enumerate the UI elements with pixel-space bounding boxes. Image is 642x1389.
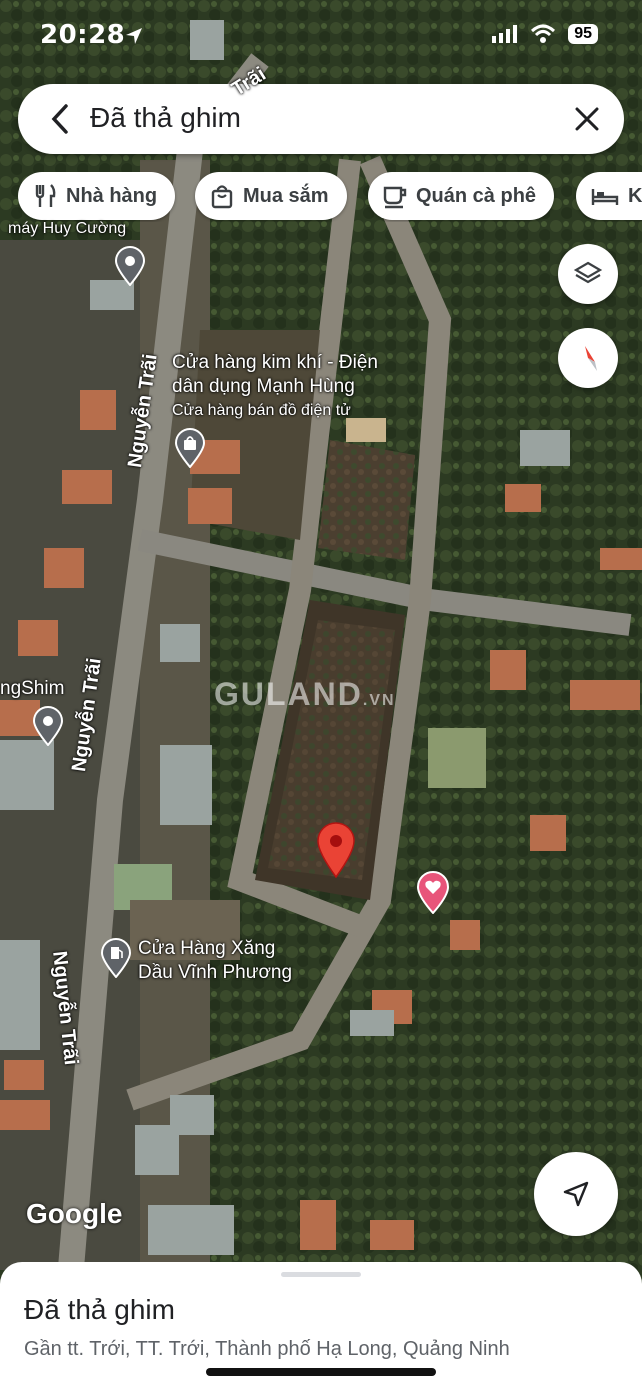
chip-restaurants[interactable]: Nhà hàng [18, 172, 176, 220]
poi-label-xang-1[interactable]: Cửa Hàng Xăng [138, 938, 275, 960]
signal-icon [492, 25, 518, 43]
gas-station-pin-icon[interactable] [100, 938, 132, 978]
home-indicator[interactable] [206, 1368, 436, 1376]
poi-pin-icon[interactable] [114, 246, 146, 286]
chip-hotels[interactable]: Kh [576, 172, 642, 220]
chip-label: Mua sắm [243, 184, 329, 207]
search-title[interactable]: Đã thả ghim [90, 102, 241, 134]
back-arrow-icon[interactable] [44, 102, 78, 136]
battery-indicator: 95 [568, 24, 598, 44]
my-location-button[interactable] [534, 1152, 618, 1236]
dropped-pin-icon[interactable] [316, 822, 356, 878]
poi-label-kim-khi-2[interactable]: dân dụng Mạnh Hùng [172, 376, 355, 398]
chip-label: Kh [628, 184, 642, 207]
coffee-cup-icon [383, 186, 407, 209]
shopping-pin-icon[interactable] [174, 428, 206, 468]
chip-shopping[interactable]: Mua sắm [195, 172, 347, 220]
layers-button[interactable] [558, 244, 618, 304]
poi-label-kim-khi-sub: Cửa hàng bán đồ điện tử [172, 402, 351, 419]
google-logo: Google [26, 1198, 123, 1229]
poi-pin-icon[interactable] [32, 706, 64, 746]
poi-label-ngshim[interactable]: ngShim [0, 678, 64, 700]
close-icon[interactable] [572, 104, 602, 134]
watermark: GULAND.VN [214, 676, 396, 712]
category-chips: Nhà hàng Mua sắm Quán cà phê Kh [18, 172, 642, 222]
sheet-handle[interactable] [281, 1272, 361, 1277]
shopping-bag-icon [211, 185, 233, 209]
location-arrow-icon [126, 28, 142, 44]
favorite-heart-icon[interactable] [416, 870, 450, 914]
poi-label-huy-cuong[interactable]: máy Huy Cường [8, 218, 126, 240]
chip-label: Quán cà phê [416, 184, 537, 207]
bed-icon [591, 189, 619, 205]
navigation-arrow-icon [563, 1181, 589, 1207]
chip-coffee[interactable]: Quán cà phê [368, 172, 555, 220]
chip-label: Nhà hàng [66, 184, 158, 207]
poi-label-xang-2[interactable]: Dầu Vĩnh Phương [138, 962, 292, 984]
place-address: Gần tt. Trới, TT. Trới, Thành phố Hạ Lon… [24, 1338, 510, 1360]
compass-button[interactable] [558, 328, 618, 388]
place-name: Đã thả ghim [24, 1294, 175, 1325]
search-bar[interactable]: Đã thả ghim [18, 84, 624, 154]
poi-label-kim-khi-1[interactable]: Cửa hàng kim khí - Điện [172, 352, 378, 374]
status-bar: 20:28 95 [0, 0, 642, 70]
wifi-icon [531, 24, 556, 43]
fork-knife-icon [35, 184, 56, 207]
layers-icon [573, 261, 603, 284]
status-time: 20:28 [40, 20, 126, 50]
compass-icon [585, 346, 597, 371]
status-right: 95 [492, 24, 598, 44]
